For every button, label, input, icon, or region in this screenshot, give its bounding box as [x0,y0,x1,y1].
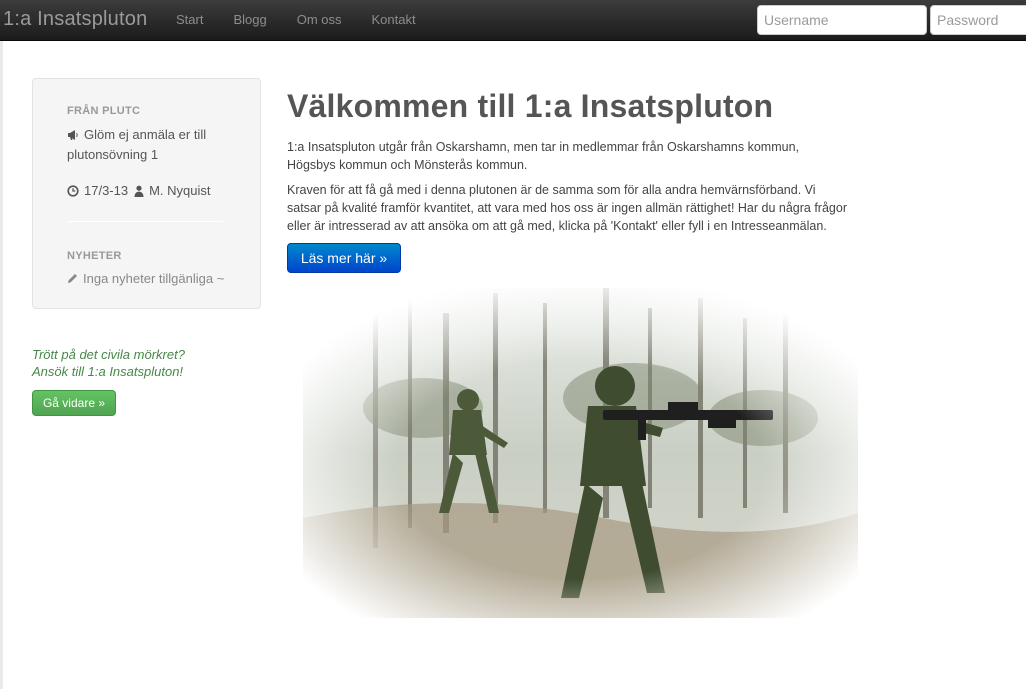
sidebar-divider [67,221,223,222]
clock-icon [67,184,79,197]
pencil-icon [67,273,78,284]
plutc-header: FRÅN PLUTC [67,105,141,117]
nav-link-om-oss[interactable]: Om oss [297,12,342,28]
nav-link-start[interactable]: Start [176,12,203,28]
plutc-message: Glöm ej anmäla er till plutonsövning 1 [67,125,237,165]
message-date: 17/3-13 [84,183,129,198]
message-meta: 17/3-13 M. Nyquist [67,183,211,198]
hero-soldiers-image [303,288,858,618]
requirements-paragraph: Kraven för att få gå med i denna plutone… [287,183,847,233]
news-header: NYHETER [67,250,122,262]
sidebar-well: FRÅN PLUTC Glöm ej anmäla er till pluton… [32,78,261,309]
page-left-border [0,41,3,689]
cta-line-1: Trött på det civila mörkret? [32,347,185,362]
top-navbar: 1:a Insatspluton Start Blogg Om oss Kont… [0,0,1026,41]
nav-link-blogg[interactable]: Blogg [233,12,266,28]
user-icon [134,185,144,197]
bullhorn-icon [67,129,79,141]
password-input[interactable] [930,5,1026,35]
plutc-message-text: Glöm ej anmäla er till plutonsövning 1 [67,127,207,162]
main-nav: Start Blogg Om oss Kontakt [176,12,446,28]
page-title: Välkommen till 1:a Insatspluton [287,88,774,124]
read-more-button[interactable]: Läs mer här » [287,243,401,273]
go-further-button[interactable]: Gå vidare » [32,390,116,416]
intro-paragraph: 1:a Insatspluton utgår från Oskarshamn, … [287,140,800,172]
recruit-cta-text: Trött på det civila mörkret? Ansök till … [32,346,185,380]
news-empty-item: Inga nyheter tillgänliga ~ [67,271,224,286]
news-empty-text: Inga nyheter tillgänliga ~ [83,271,225,286]
message-author: M. Nyquist [149,183,211,198]
brand-logo[interactable]: 1:a Insatspluton [3,8,147,31]
nav-link-kontakt[interactable]: Kontakt [372,12,416,28]
cta-line-2: Ansök till 1:a Insatspluton! [32,364,184,379]
username-input[interactable] [757,5,927,35]
